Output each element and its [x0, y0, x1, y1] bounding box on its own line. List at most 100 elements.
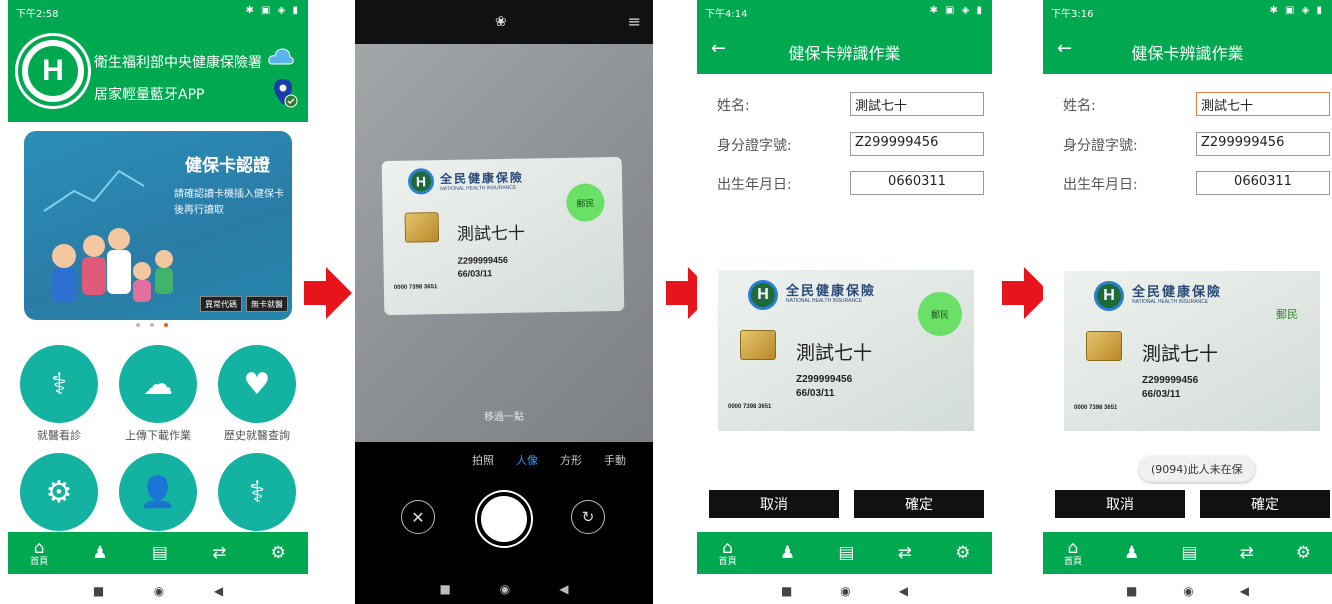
confirm-button[interactable]: 確定 — [854, 490, 984, 518]
recents-icon[interactable]: ■ — [439, 582, 450, 596]
nav-card[interactable]: ▤ — [838, 542, 855, 563]
back-icon[interactable]: ◀ — [214, 584, 223, 598]
chip-icon — [404, 212, 440, 243]
confirm-button[interactable]: 確定 — [1200, 490, 1330, 518]
nhi-card-photo: H 全民健康保險 NATIONAL HEALTH INSURANCE 郵民 測試… — [1064, 271, 1320, 431]
card-auth-banner[interactable]: 健保卡認證 請確認讀卡機插入健保卡後再行讀取 異常代碼 無卡就醫 — [24, 131, 292, 320]
nav-home[interactable]: ⌂ 首頁 — [30, 539, 49, 567]
location-pin-icon[interactable] — [272, 78, 298, 108]
home-circle-icon[interactable]: ◉ — [154, 584, 164, 598]
name-label: 姓名: — [1063, 98, 1096, 114]
camera-modes: 拍照 人像 方形 手動 — [355, 452, 653, 468]
people-icon: ♟ — [92, 542, 108, 563]
settings-tile[interactable]: ⚙ — [20, 453, 98, 531]
carousel-dot-active[interactable] — [164, 323, 168, 327]
nav-patients[interactable]: ♟ — [1124, 542, 1140, 563]
carousel-dot[interactable] — [136, 323, 140, 327]
nav-settings[interactable]: ⚙ — [955, 542, 971, 563]
cancel-button[interactable]: 取消 — [709, 490, 839, 518]
dob-field[interactable]: 0660311 — [850, 171, 984, 195]
close-icon[interactable]: ✕ — [401, 500, 435, 534]
nav-patients[interactable]: ♟ — [780, 544, 795, 562]
system-nav: ■ ◉ ◀ — [1043, 576, 1332, 604]
cloud-icon[interactable] — [268, 46, 294, 66]
nav-sync[interactable]: ⇄ — [1239, 542, 1254, 563]
shutter-button[interactable] — [477, 492, 531, 546]
id-label: 身分證字號: — [717, 138, 792, 154]
doctor-visit-tile[interactable]: ⚕ — [20, 345, 98, 423]
nav-sync[interactable]: ⇄ — [212, 544, 226, 562]
nhi-logo: H — [18, 36, 88, 106]
nav-settings[interactable]: ⚙ — [1296, 544, 1311, 562]
nav-card[interactable]: ▤ — [1181, 544, 1197, 562]
no-card-visit-button[interactable]: 無卡就醫 — [246, 296, 288, 312]
id-field[interactable]: Z299999456 — [850, 132, 984, 156]
recents-icon[interactable]: ■ — [781, 584, 792, 598]
nav-sync[interactable]: ⇄ — [898, 544, 912, 562]
back-icon[interactable]: ◀ — [1240, 584, 1249, 598]
sync-icon: ⇄ — [1239, 542, 1254, 563]
bottom-nav: ⌂ 首頁 ♟ ▤ ⇄ ⚙ — [697, 532, 992, 574]
phone-recognition-screen: 下午4:14 ✱ ▣ ◈ ▮ ← 健保卡辨識作業 姓名: 測試七十 身分證字號:… — [697, 0, 992, 604]
mode-square[interactable]: 方形 — [560, 452, 582, 468]
nav-settings[interactable]: ⚙ — [271, 544, 286, 562]
camera-hint: 移過一點 — [484, 412, 524, 423]
mode-manual[interactable]: 手動 — [604, 452, 626, 468]
status-icons: ✱ ▣ ◈ ▮ — [245, 5, 300, 16]
home-circle-icon[interactable]: ◉ — [840, 584, 850, 598]
chip-icon — [740, 330, 776, 360]
nav-patients[interactable]: ♟ — [92, 542, 108, 563]
carousel-dots[interactable] — [136, 323, 168, 327]
tile-label-upload: 上傳下載作業 — [125, 429, 191, 442]
consultation-tile[interactable]: ⚕ — [218, 453, 296, 531]
back-icon[interactable]: ◀ — [559, 582, 568, 596]
gear-icon: ⚙ — [955, 542, 971, 563]
nav-card[interactable]: ▤ — [152, 544, 168, 562]
system-nav: ■ ◉ ◀ — [697, 576, 992, 604]
mode-portrait[interactable]: 人像 — [516, 452, 538, 468]
home-circle-icon[interactable]: ◉ — [1183, 584, 1193, 598]
card-title: 全民健康保險 — [1132, 285, 1223, 300]
upload-download-tile[interactable]: ☁ — [119, 345, 197, 423]
cloud-sync-icon: ☁ — [143, 366, 173, 402]
card-logo: H — [407, 168, 435, 195]
status-bar: 下午2:58 ✱ ▣ ◈ ▮ — [8, 0, 308, 26]
menu-icon[interactable]: ≡ — [628, 12, 641, 31]
mode-photo[interactable]: 拍照 — [472, 452, 494, 468]
filter-icon[interactable]: ❀ — [495, 14, 507, 30]
card-id: Z299999456 — [796, 374, 853, 385]
page-title: 健保卡辨識作業 — [788, 44, 901, 63]
nav-home-label: 首頁 — [30, 556, 49, 567]
home-icon: ⌂ — [1067, 537, 1079, 558]
name-field[interactable]: 測試七十 — [850, 92, 984, 116]
recents-icon[interactable]: ■ — [93, 584, 104, 598]
card-name: 測試七十 — [1142, 343, 1219, 365]
carousel-dot[interactable] — [150, 323, 154, 327]
history-query-tile[interactable]: ♥ — [218, 345, 296, 423]
staff-icon: 👤 — [139, 474, 177, 510]
system-nav: ■ ◉ ◀ — [8, 576, 308, 604]
home-circle-icon[interactable]: ◉ — [500, 582, 510, 596]
camera-top-bar: ❀ ≡ — [355, 0, 653, 44]
medical-history-icon: ♥ — [243, 366, 271, 402]
id-field[interactable]: Z299999456 — [1196, 132, 1330, 156]
switch-camera-icon[interactable]: ↻ — [571, 500, 605, 534]
home-icon: ⌂ — [722, 537, 734, 558]
abnormal-code-button[interactable]: 異常代碼 — [200, 296, 242, 312]
name-field[interactable]: 測試七十 — [1196, 92, 1330, 116]
card-number: 0000 7398 3651 — [728, 404, 772, 410]
camera-viewfinder[interactable]: H 全民健康保險 NATIONAL HEALTH INSURANCE 郵民 測試… — [355, 44, 653, 442]
nav-home[interactable]: ⌂ 首頁 — [719, 537, 737, 567]
card-subtitle: NATIONAL HEALTH INSURANCE — [786, 298, 863, 304]
app-bar: ← 健保卡辨識作業 — [697, 26, 992, 74]
id-card-icon: ▤ — [838, 542, 855, 563]
staff-tile[interactable]: 👤 — [119, 453, 197, 531]
people-icon: ♟ — [1124, 542, 1140, 563]
bottom-nav: ⌂ 首頁 ♟ ▤ ⇄ ⚙ — [1043, 532, 1332, 574]
cancel-button[interactable]: 取消 — [1055, 490, 1185, 518]
back-icon[interactable]: ◀ — [899, 584, 908, 598]
nav-home[interactable]: ⌂ 首頁 — [1064, 537, 1082, 567]
recents-icon[interactable]: ■ — [1126, 584, 1137, 598]
dob-field[interactable]: 0660311 — [1196, 171, 1330, 195]
dob-label: 出生年月日: — [717, 177, 792, 193]
